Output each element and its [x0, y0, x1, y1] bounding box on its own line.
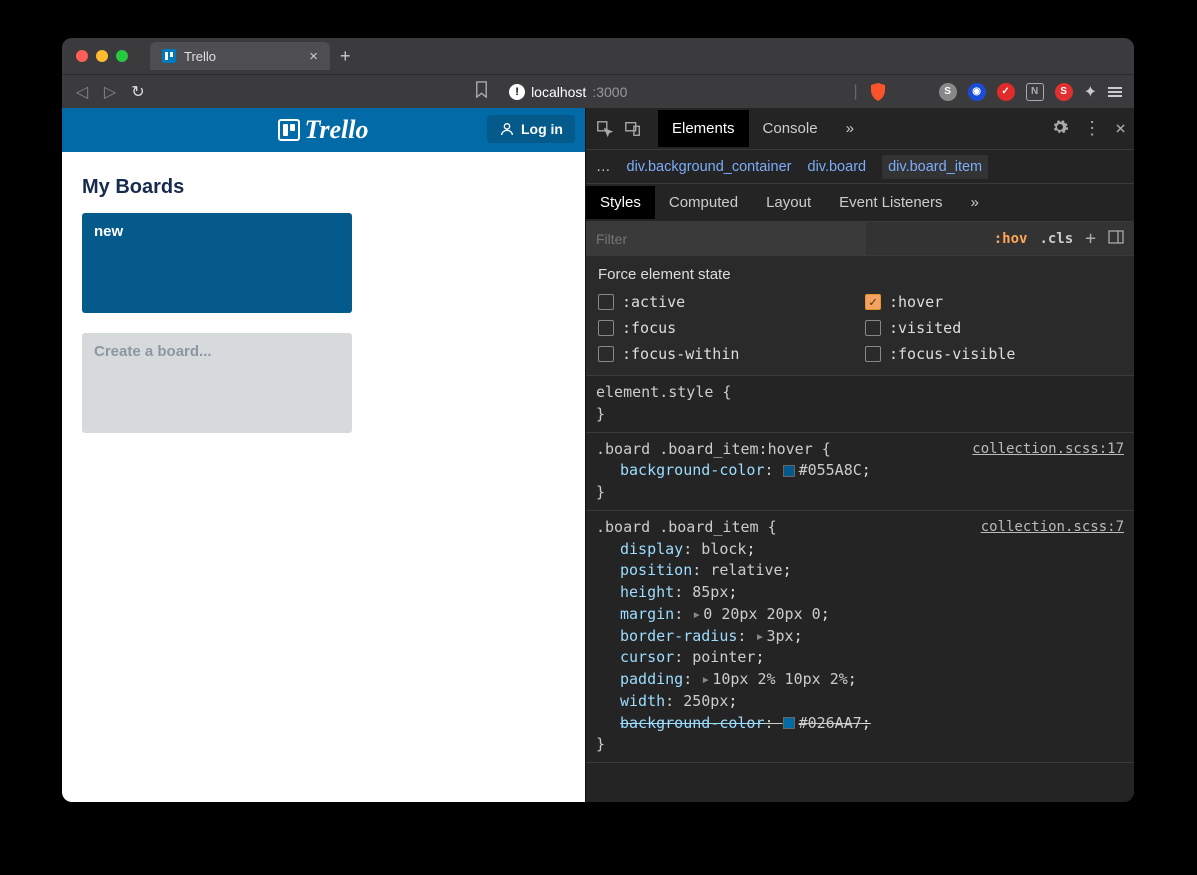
rule-selector: .board .board_item {: [596, 518, 777, 536]
styles-tabs: Styles Computed Layout Event Listeners »: [586, 184, 1134, 222]
trello-app: Trello Log in My Boards new Create a boa…: [62, 108, 585, 802]
css-rule[interactable]: element.style { }: [586, 376, 1134, 433]
devtools-menu-icon[interactable]: ⋮: [1083, 118, 1101, 139]
cls-toggle[interactable]: .cls: [1039, 231, 1073, 247]
bookmark-icon[interactable]: [474, 81, 489, 103]
expand-triangle-icon[interactable]: ▸: [692, 605, 701, 623]
rule-selector: element.style {: [596, 383, 731, 401]
expand-triangle-icon[interactable]: ▸: [701, 670, 710, 688]
state-focus-checkbox[interactable]: :focus: [598, 319, 855, 337]
expand-triangle-icon[interactable]: ▸: [755, 627, 764, 645]
not-secure-icon: !: [509, 84, 525, 100]
url-bar: ◁ ▷ ↻ ! localhost :3000 | S ◉ ✓ N S ✦: [62, 74, 1134, 108]
tab-computed[interactable]: Computed: [655, 186, 752, 219]
force-state-title: Force element state: [598, 266, 1122, 283]
reload-button[interactable]: ↻: [130, 82, 146, 102]
tab-layout[interactable]: Layout: [752, 186, 825, 219]
state-focus-within-checkbox[interactable]: :focus-within: [598, 345, 855, 363]
styles-filter-row: :hov .cls +: [586, 222, 1134, 256]
color-swatch-icon[interactable]: [783, 465, 795, 477]
trello-logo-text: Trello: [304, 115, 368, 145]
url-host: localhost: [531, 84, 586, 100]
brave-shield-icon[interactable]: [869, 82, 887, 102]
color-swatch-icon[interactable]: [783, 717, 795, 729]
create-board-label: Create a board...: [94, 343, 212, 360]
inspect-icon[interactable]: [594, 118, 616, 140]
login-label: Log in: [521, 121, 563, 137]
settings-gear-icon[interactable]: [1051, 118, 1069, 140]
nav-forward-button[interactable]: ▷: [102, 82, 118, 102]
toolbar-right: | S ◉ ✓ N S ✦: [853, 82, 1122, 102]
extension-icon[interactable]: ✓: [997, 83, 1015, 101]
extension-icon[interactable]: S: [939, 83, 957, 101]
close-tab-button[interactable]: ×: [309, 48, 318, 65]
hov-toggle[interactable]: :hov: [994, 231, 1028, 247]
board-item[interactable]: new: [82, 213, 352, 313]
create-board-button[interactable]: Create a board...: [82, 333, 352, 433]
tab-styles[interactable]: Styles: [586, 186, 655, 219]
tab-title: Trello: [184, 49, 216, 64]
device-toggle-icon[interactable]: [622, 118, 644, 140]
trello-logo[interactable]: Trello: [278, 115, 368, 145]
devtools-close-button[interactable]: ×: [1115, 118, 1126, 139]
breadcrumb-ellipsis[interactable]: …: [596, 159, 611, 175]
boards-title: My Boards: [82, 176, 565, 199]
tab-elements[interactable]: Elements: [658, 110, 749, 147]
titlebar: Trello × +: [62, 38, 1134, 74]
force-element-state-panel: Force element state :active :hover :focu…: [586, 256, 1134, 376]
styles-filter-input[interactable]: [586, 222, 866, 255]
trello-logo-icon: [278, 119, 300, 141]
state-focus-visible-checkbox[interactable]: :focus-visible: [865, 345, 1122, 363]
url-divider: |: [853, 83, 857, 101]
browser-menu-button[interactable]: [1108, 87, 1122, 97]
minimize-window-button[interactable]: [96, 50, 108, 62]
rule-selector: .board .board_item:hover {: [596, 440, 831, 458]
user-icon: [499, 121, 515, 137]
browser-window: Trello × + ◁ ▷ ↻ ! localhost :3000 | S ◉ …: [62, 38, 1134, 802]
tab-event-listeners[interactable]: Event Listeners: [825, 186, 956, 219]
browser-tab[interactable]: Trello ×: [150, 42, 330, 70]
new-tab-button[interactable]: +: [340, 46, 351, 67]
state-active-checkbox[interactable]: :active: [598, 293, 855, 311]
app-header: Trello Log in: [62, 108, 585, 152]
state-hover-checkbox[interactable]: :hover: [865, 293, 1122, 311]
login-button[interactable]: Log in: [487, 115, 575, 143]
rule-source-link[interactable]: collection.scss:17: [972, 439, 1124, 459]
element-breadcrumb: … div.background_container div.board div…: [586, 150, 1134, 184]
new-style-rule-button[interactable]: +: [1085, 228, 1096, 249]
state-visited-checkbox[interactable]: :visited: [865, 319, 1122, 337]
maximize-window-button[interactable]: [116, 50, 128, 62]
app-body: My Boards new Create a board...: [62, 152, 585, 477]
css-rule[interactable]: collection.scss:17 .board .board_item:ho…: [586, 433, 1134, 511]
rule-source-link[interactable]: collection.scss:7: [981, 517, 1124, 537]
styles-pane-toggle-icon[interactable]: [1108, 229, 1124, 249]
extension-icon[interactable]: S: [1055, 83, 1073, 101]
breadcrumb-item[interactable]: div.background_container: [627, 159, 792, 175]
extension-icon[interactable]: N: [1026, 83, 1044, 101]
css-rules-list: element.style { } collection.scss:17 .bo…: [586, 376, 1134, 802]
url-field[interactable]: ! localhost :3000: [509, 84, 627, 100]
css-rule[interactable]: collection.scss:7 .board .board_item { d…: [586, 511, 1134, 763]
devtools-topbar: Elements Console » ⋮ ×: [586, 108, 1134, 150]
devtools-panel: Elements Console » ⋮ × … div.background_…: [585, 108, 1134, 802]
extensions-puzzle-icon[interactable]: ✦: [1084, 82, 1097, 102]
tabs-overflow-icon[interactable]: »: [832, 110, 868, 147]
tab-console[interactable]: Console: [749, 110, 832, 147]
url-port: :3000: [592, 84, 627, 100]
extension-icon[interactable]: ◉: [968, 83, 986, 101]
breadcrumb-item-active[interactable]: div.board_item: [882, 155, 988, 179]
board-name: new: [94, 223, 123, 240]
close-window-button[interactable]: [76, 50, 88, 62]
trello-favicon-icon: [162, 49, 176, 63]
nav-back-button[interactable]: ◁: [74, 82, 90, 102]
breadcrumb-item[interactable]: div.board: [808, 159, 867, 175]
tabs-overflow-icon[interactable]: »: [957, 186, 993, 219]
